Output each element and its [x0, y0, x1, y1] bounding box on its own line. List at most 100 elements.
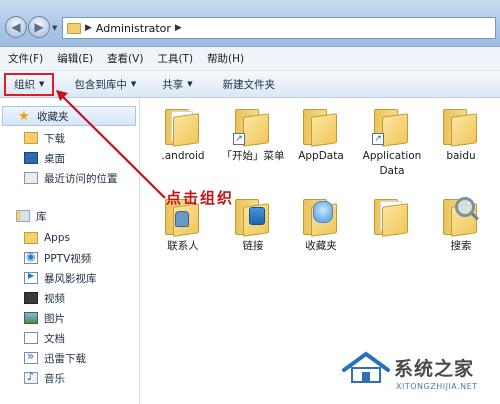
sidebar-item-label: 下载	[44, 132, 65, 145]
address-segment[interactable]: Administrator	[96, 22, 171, 35]
file-name: 收藏夹	[305, 240, 337, 252]
folder-icon	[441, 103, 479, 147]
file-name: AppData	[298, 150, 344, 162]
menu-file[interactable]: 文件(F)	[8, 51, 43, 66]
documents-folder-icon	[372, 193, 410, 237]
storm-video-icon	[24, 271, 38, 284]
folder-icon	[67, 22, 81, 34]
sidebar-item-label: 文档	[44, 332, 65, 345]
sidebar-item-label: 迅雷下载	[44, 352, 86, 365]
chevron-down-icon: ▼	[39, 80, 45, 88]
file-item-application-data[interactable]: ↗ Application Data	[354, 103, 430, 177]
searches-folder-icon	[441, 193, 479, 237]
thunder-icon	[24, 349, 38, 364]
menu-bar: 文件(F) 编辑(E) 查看(V) 工具(T) 帮助(H)	[0, 47, 500, 71]
sidebar-item-label: 库	[36, 210, 47, 223]
menu-view[interactable]: 查看(V)	[107, 51, 143, 66]
sidebar-item-libraries[interactable]: 库	[0, 206, 140, 226]
recent-places-icon	[24, 172, 38, 184]
sidebar-item-label: PPTV视频	[44, 252, 92, 265]
sidebar-item-pptv[interactable]: PPTV视频	[0, 248, 140, 268]
sidebar-item-pictures[interactable]: 图片	[0, 308, 140, 328]
download-folder-icon	[24, 132, 38, 144]
include-in-library-label: 包含到库中	[74, 78, 127, 91]
file-name: 链接	[242, 240, 264, 252]
annotation-text: 点击组织	[166, 189, 235, 207]
new-folder-label: 新建文件夹	[222, 78, 276, 91]
star-icon: ★	[18, 108, 30, 124]
sidebar-item-downloads[interactable]: 下载	[0, 128, 140, 148]
sidebar-item-desktop[interactable]: 桌面	[0, 148, 140, 168]
sidebar-item-label: 图片	[44, 312, 65, 325]
share-label: 共享	[162, 78, 184, 91]
chevron-down-icon: ▼	[130, 80, 137, 88]
title-bar: ◀ ▶ ▼ ▶ Administrator ▶	[0, 0, 500, 47]
menu-help[interactable]: 帮助(H)	[207, 51, 244, 66]
sidebar-item-label: 音乐	[44, 372, 65, 385]
sidebar-item-label: Apps	[44, 232, 70, 244]
file-name: 联系人	[167, 240, 199, 252]
pptv-icon	[24, 250, 38, 264]
chevron-down-icon: ▼	[187, 80, 193, 88]
forward-arrow-icon: ▶	[34, 20, 44, 34]
watermark-url: XITONGZHIJIA.NET	[396, 382, 478, 391]
sidebar-item-label: 桌面	[44, 152, 65, 165]
file-name: 搜索	[450, 240, 472, 252]
new-folder-button[interactable]: 新建文件夹	[215, 73, 284, 96]
libraries-icon	[16, 210, 30, 222]
file-item-appdata[interactable]: AppData	[283, 103, 359, 175]
file-item-searches[interactable]: 搜索	[423, 193, 499, 265]
sidebar-item-apps[interactable]: Apps	[0, 228, 140, 248]
sidebar-item-documents[interactable]: 文档	[0, 328, 140, 348]
chevron-right-icon[interactable]: ▶	[175, 23, 182, 33]
sidebar-item-videos[interactable]: 视频	[0, 288, 140, 308]
folder-icon	[301, 103, 339, 147]
file-item-baidu[interactable]: baidu	[423, 103, 499, 175]
sidebar-item-label: 收藏夹	[37, 110, 69, 123]
desktop-icon	[24, 152, 38, 164]
sidebar-item-thunder[interactable]: 迅雷下载	[0, 348, 140, 368]
pictures-icon	[24, 312, 38, 324]
sidebar-item-label: 最近访问的位置	[44, 172, 118, 185]
file-name: Application Data	[362, 150, 422, 177]
watermark-logo: 系统之家 XITONGZHIJIA.NET	[340, 346, 500, 404]
organize-label: 组织	[14, 78, 35, 91]
video-icon	[24, 292, 38, 304]
file-item-android[interactable]: .android	[145, 103, 221, 175]
folder-shortcut-icon: ↗	[233, 103, 271, 147]
include-in-library-button[interactable]: 包含到库中 ▼	[66, 73, 144, 96]
file-item-favorites[interactable]: 收藏夹	[283, 193, 359, 265]
file-name: baidu	[446, 150, 476, 162]
documents-icon	[24, 332, 38, 344]
sidebar-item-favorites[interactable]: ★ 收藏夹	[2, 106, 136, 126]
folder-icon	[24, 232, 38, 244]
watermark-title: 系统之家	[394, 358, 475, 380]
menu-tools[interactable]: 工具(T)	[157, 51, 193, 66]
links-folder-icon	[233, 193, 271, 237]
file-item-start-menu[interactable]: ↗ 「开始」菜单	[215, 103, 291, 175]
navigation-pane: ★ 收藏夹 下载 桌面 最近访问的位置 库 Apps PPTV视频 暴风影视库 …	[0, 98, 140, 404]
house-logo-icon	[342, 351, 390, 383]
recent-pages-dropdown[interactable]: ▼	[52, 24, 57, 32]
file-name: .android	[161, 150, 205, 162]
share-button[interactable]: 共享 ▼	[154, 73, 200, 96]
sidebar-item-music[interactable]: 音乐	[0, 368, 140, 388]
sidebar-item-recent-places[interactable]: 最近访问的位置	[0, 168, 140, 188]
back-button[interactable]: ◀	[5, 16, 27, 38]
menu-edit[interactable]: 编辑(E)	[57, 51, 93, 66]
folder-shortcut-icon: ↗	[372, 103, 410, 147]
organize-button[interactable]: 组织 ▼	[4, 72, 55, 96]
command-bar: 组织 ▼ 包含到库中 ▼ 共享 ▼ 新建文件夹	[0, 71, 500, 98]
chevron-right-icon[interactable]: ▶	[85, 23, 92, 33]
sidebar-item-storm-video[interactable]: 暴风影视库	[0, 268, 140, 288]
file-item-documents[interactable]	[354, 193, 430, 265]
forward-button[interactable]: ▶	[28, 16, 50, 38]
back-arrow-icon: ◀	[11, 20, 21, 34]
music-icon	[24, 370, 38, 384]
sidebar-item-label: 视频	[44, 292, 65, 305]
address-bar[interactable]: ▶ Administrator ▶	[62, 17, 496, 39]
folder-icon	[163, 103, 201, 147]
sidebar-item-label: 暴风影视库	[44, 272, 97, 285]
file-name: 「开始」菜单	[221, 150, 285, 162]
favorites-folder-icon	[301, 193, 339, 237]
